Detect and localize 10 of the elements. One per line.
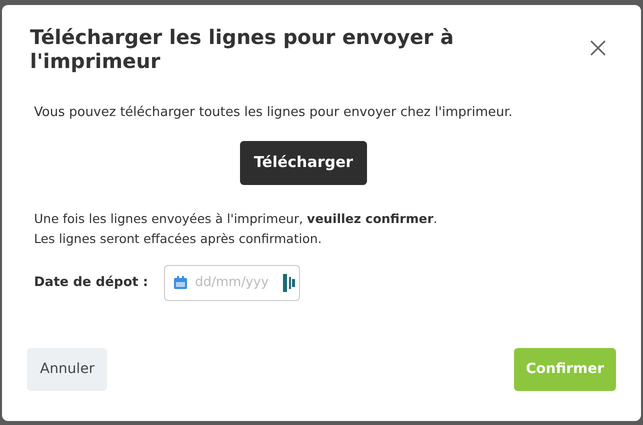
cancel-button[interactable]: Annuler: [27, 348, 108, 391]
download-button[interactable]: Télécharger: [240, 140, 368, 184]
dialog-title: Télécharger les lignes pour envoyer à l'imprimeur: [30, 25, 455, 73]
note-text: Les lignes seront effacées après confirmation.: [34, 230, 323, 248]
date-field[interactable]: dd/mm/yyy: [164, 264, 300, 300]
date-label: Date de dépot :: [34, 274, 150, 292]
close-icon[interactable]: [589, 39, 607, 57]
intro-text: Vous pouvez télécharger toutes les lignes pour envoyer chez l'imprimeur.: [34, 104, 514, 122]
calendar-icon: [174, 276, 187, 288]
note-text: Une fois les lignes envoyées à l'imprimeur, veuillez confirmer.: [34, 210, 438, 228]
